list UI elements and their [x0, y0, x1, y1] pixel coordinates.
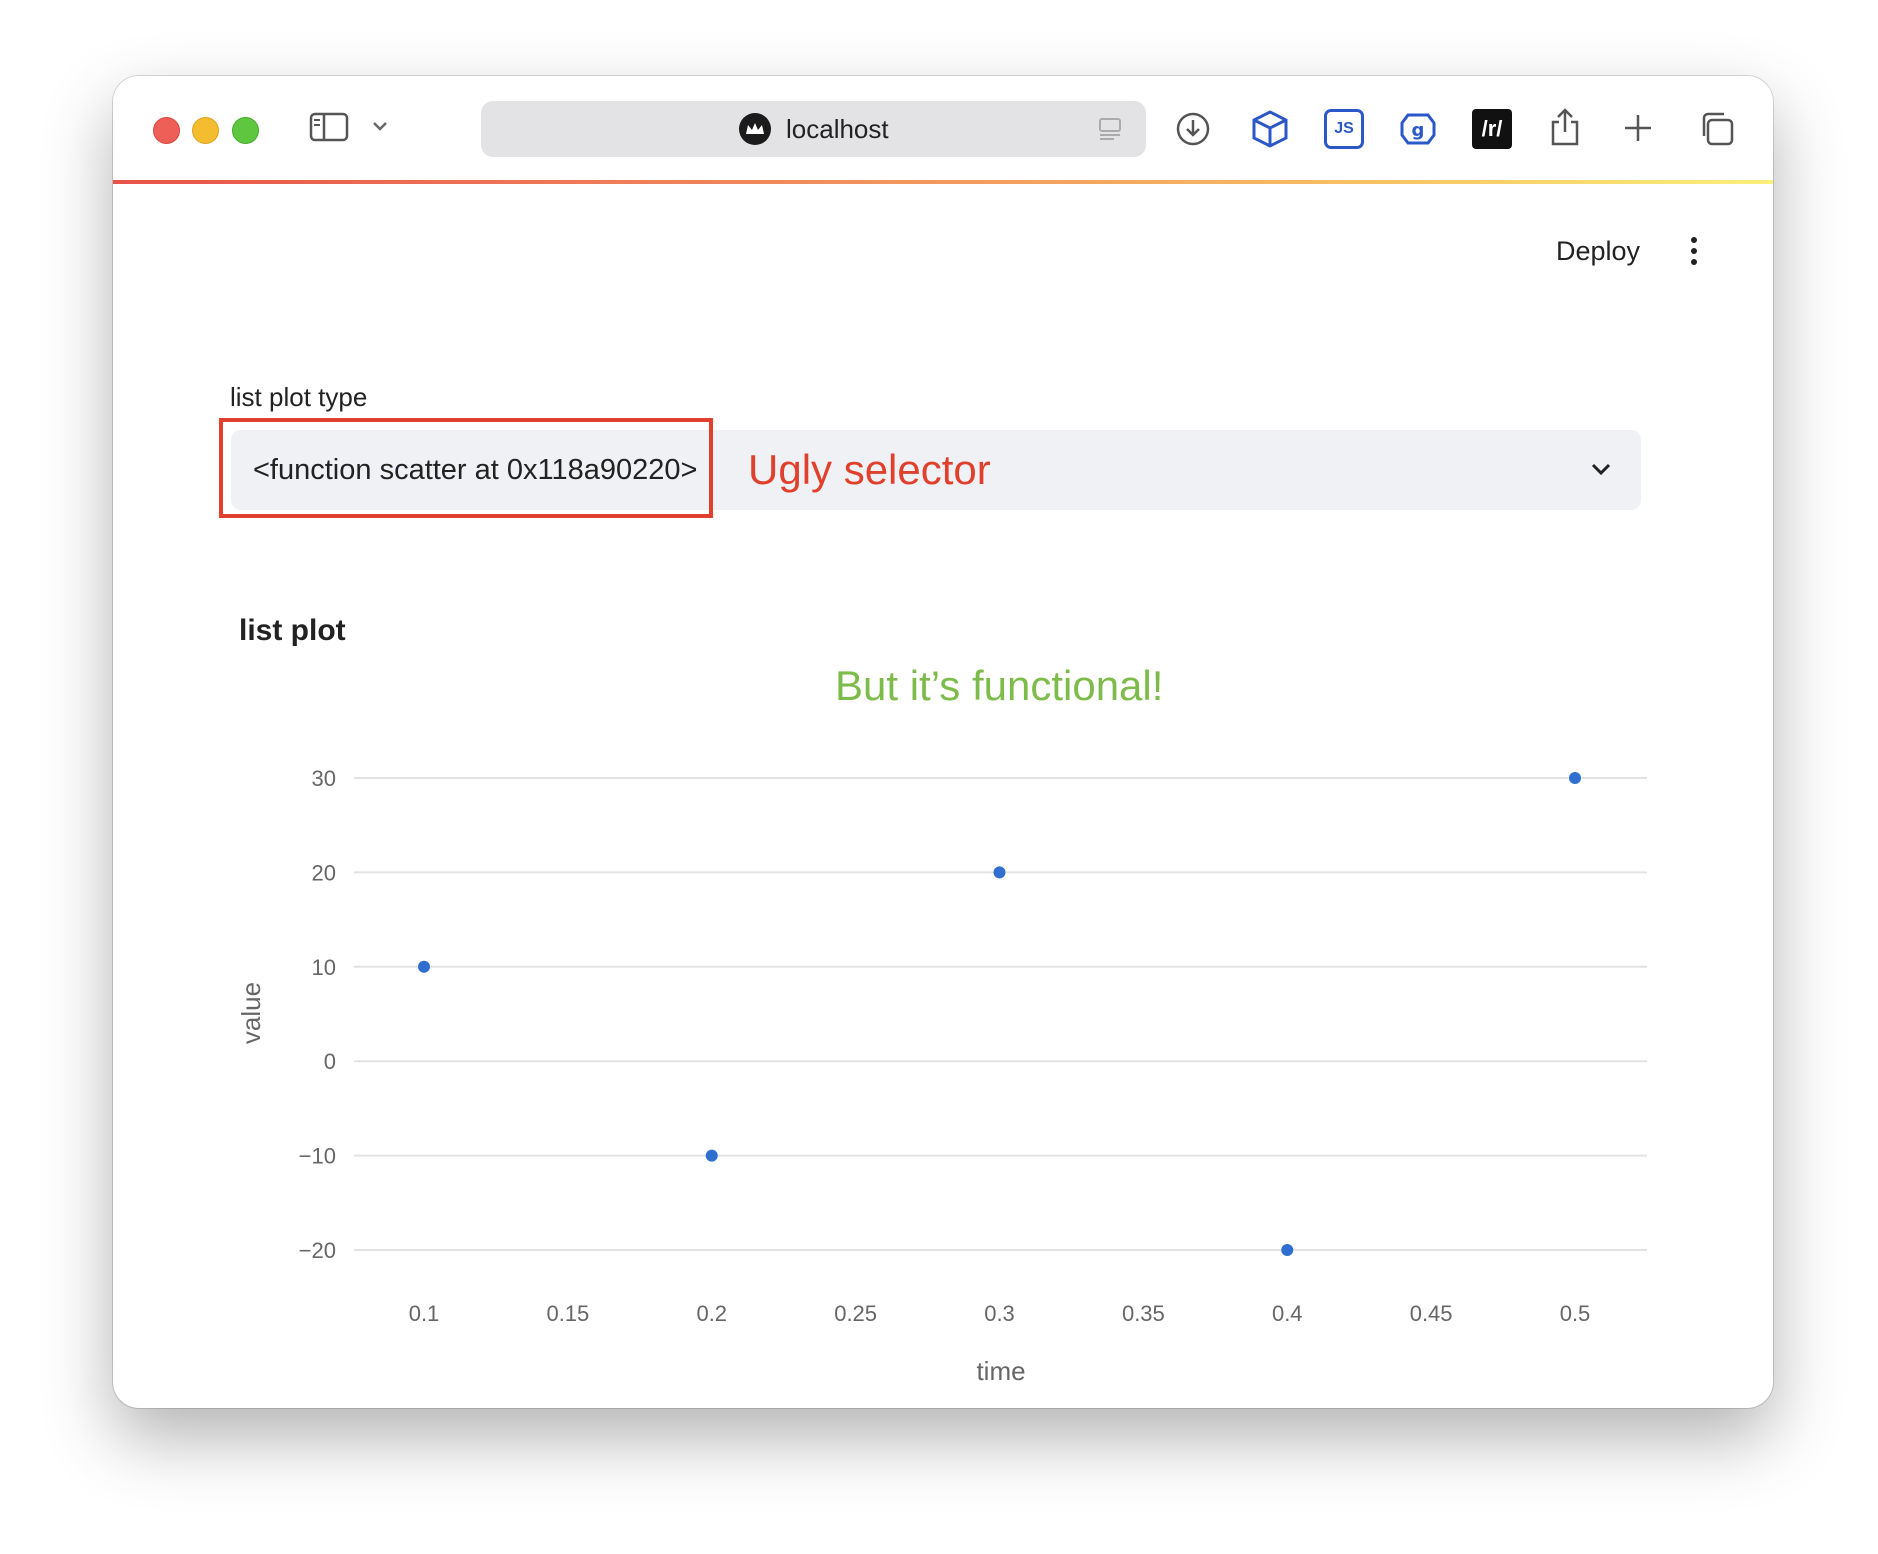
x-tick-label: 0.4 — [1272, 1301, 1303, 1326]
scatter-point[interactable] — [993, 866, 1006, 879]
browser-window: localhost JS g /r/ Deploy list plot type… — [113, 76, 1773, 1408]
x-tick-label: 0.35 — [1122, 1301, 1165, 1326]
x-tick-label: 0.25 — [834, 1301, 877, 1326]
scatter-point[interactable] — [1281, 1244, 1294, 1256]
x-tick-label: 0.45 — [1410, 1301, 1453, 1326]
scatter-point[interactable] — [418, 960, 430, 973]
y-tick-label: 20 — [312, 860, 336, 885]
y-tick-label: −10 — [299, 1144, 336, 1169]
y-axis-label: value — [236, 982, 266, 1044]
x-tick-label: 0.2 — [696, 1301, 727, 1326]
x-axis-label: time — [976, 1356, 1025, 1386]
y-tick-label: 10 — [312, 955, 336, 980]
x-tick-label: 0.15 — [546, 1301, 589, 1326]
y-tick-label: −20 — [299, 1238, 336, 1263]
scatter-point[interactable] — [705, 1149, 718, 1162]
y-tick-label: 0 — [324, 1049, 336, 1074]
scatter-point[interactable] — [1569, 772, 1581, 784]
y-tick-label: 30 — [312, 766, 336, 791]
x-tick-label: 0.5 — [1560, 1301, 1591, 1326]
x-tick-label: 0.3 — [984, 1301, 1015, 1326]
scatter-chart: 30 20 10 0 −10 −20 0.1 0.15 0.2 0.25 0.3 0.35 0.4 0.… — [236, 766, 1647, 1386]
x-tick-label: 0.1 — [409, 1301, 440, 1326]
